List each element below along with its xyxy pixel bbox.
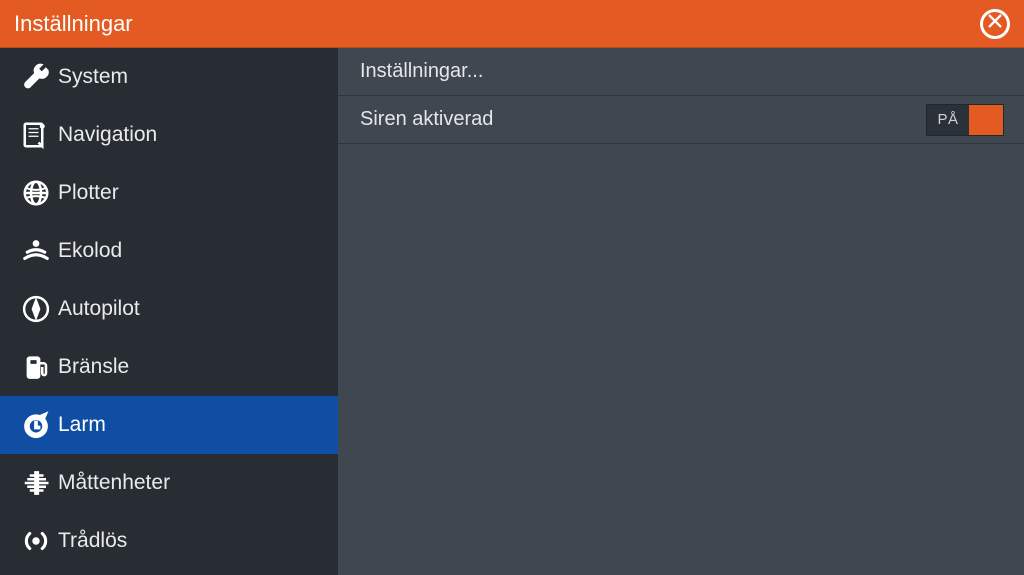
sidebar-item-plotter[interactable]: Plotter <box>0 164 338 222</box>
globe-icon <box>14 178 58 208</box>
body: System Navigation <box>0 48 1024 575</box>
sidebar-item-larm[interactable]: Larm <box>0 396 338 454</box>
sidebar-item-bransle[interactable]: Bränsle <box>0 338 338 396</box>
sidebar-item-label: Larm <box>58 413 106 437</box>
sidebar-item-tradlos[interactable]: Trådlös <box>0 512 338 570</box>
sidebar: System Navigation <box>0 48 338 575</box>
row-label: Siren aktiverad <box>360 108 493 131</box>
sidebar-item-label: Bränsle <box>58 355 129 379</box>
wireless-icon <box>14 526 58 556</box>
window-title: Inställningar <box>14 11 133 37</box>
sonar-icon <box>14 236 58 266</box>
sidebar-item-label: System <box>58 65 128 89</box>
siren-toggle[interactable]: PÅ <box>926 104 1004 136</box>
sidebar-item-label: Ekolod <box>58 239 122 263</box>
sidebar-item-ekolod[interactable]: Ekolod <box>0 222 338 280</box>
row-settings-link[interactable]: Inställningar... <box>338 48 1024 96</box>
toggle-knob <box>969 105 1003 135</box>
alarm-icon <box>14 410 58 440</box>
ruler-icon <box>14 468 58 498</box>
sidebar-item-label: Plotter <box>58 181 119 205</box>
fuel-icon <box>14 352 58 382</box>
row-label: Inställningar... <box>360 60 483 83</box>
sidebar-item-mattenheter[interactable]: Måttenheter <box>0 454 338 512</box>
sidebar-item-label: Trådlös <box>58 529 127 553</box>
sidebar-item-label: Måttenheter <box>58 471 170 495</box>
toggle-state-label: PÅ <box>927 111 969 128</box>
row-siren-enabled: Siren aktiverad PÅ <box>338 96 1024 144</box>
sidebar-item-system[interactable]: System <box>0 48 338 106</box>
sidebar-item-autopilot[interactable]: Autopilot <box>0 280 338 338</box>
wrench-icon <box>14 62 58 92</box>
content-panel: Inställningar... Siren aktiverad PÅ <box>338 48 1024 575</box>
close-icon <box>987 13 1003 34</box>
compass-icon <box>14 294 58 324</box>
close-button[interactable] <box>980 9 1010 39</box>
sidebar-item-label: Autopilot <box>58 297 140 321</box>
sidebar-item-label: Navigation <box>58 123 157 147</box>
titlebar: Inställningar <box>0 0 1024 48</box>
sidebar-item-navigation[interactable]: Navigation <box>0 106 338 164</box>
map-icon <box>14 120 58 150</box>
